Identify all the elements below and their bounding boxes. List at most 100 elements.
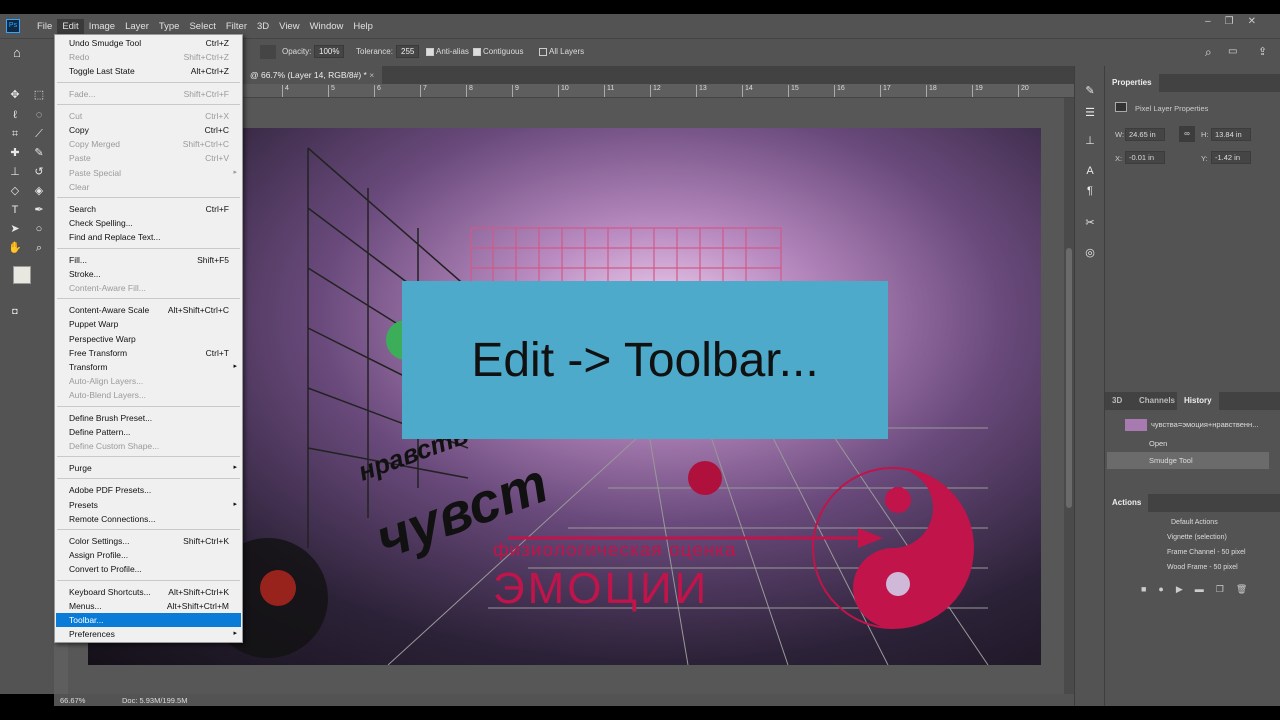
home-icon[interactable]: ⌂	[13, 45, 21, 60]
menu-item-check-spelling[interactable]: Check Spelling...	[56, 216, 241, 230]
mode-dropdown[interactable]	[260, 45, 276, 59]
tab-3d[interactable]: 3D	[1105, 392, 1129, 410]
zoom-tool-icon[interactable]: ⌕	[32, 241, 46, 255]
hand-tool-icon[interactable]: ✋	[8, 241, 22, 255]
tab-properties[interactable]: Properties	[1105, 74, 1159, 92]
move-tool-icon[interactable]: ✥	[8, 88, 22, 102]
action-item[interactable]: Vignette (selection)	[1109, 530, 1269, 545]
menu-item-define-brush-preset[interactable]: Define Brush Preset...	[56, 411, 241, 425]
menu-3d[interactable]: 3D	[252, 19, 274, 34]
actions-controls[interactable]: ■●▶▬❐🗑	[1141, 584, 1259, 595]
menu-item-preferences[interactable]: Preferences ▸	[56, 627, 241, 641]
menu-item-free-transform[interactable]: Free Transform Ctrl+T	[56, 346, 241, 360]
bucket-icon[interactable]: ◈	[32, 184, 46, 198]
history-item-active[interactable]: Smudge Tool	[1107, 452, 1269, 469]
menu-layer[interactable]: Layer	[120, 19, 154, 34]
path-select-icon[interactable]: ➤	[8, 222, 22, 236]
menu-item-define-custom-shape[interactable]: Define Custom Shape...	[56, 439, 241, 453]
close-tab-icon[interactable]: ×	[369, 70, 374, 80]
menu-window[interactable]: Window	[305, 19, 349, 34]
y-input[interactable]: -1.42 in	[1211, 151, 1251, 164]
anti-alias-checkbox[interactable]: Anti-alias	[426, 47, 469, 56]
opacity-input[interactable]: 100%	[314, 45, 345, 58]
history-brush-icon[interactable]: ↺	[32, 165, 46, 179]
vertical-scrollbar[interactable]	[1064, 98, 1074, 694]
menu-help[interactable]: Help	[348, 19, 378, 34]
menu-item-auto-align-layers[interactable]: Auto-Align Layers...	[56, 374, 241, 388]
crop-tool-icon[interactable]: ⌗	[8, 127, 22, 141]
menu-select[interactable]: Select	[184, 19, 220, 34]
menu-item-find-and-replace-text[interactable]: Find and Replace Text...	[56, 230, 241, 244]
menu-filter[interactable]: Filter	[221, 19, 252, 34]
foreground-color[interactable]	[13, 266, 31, 284]
menu-item-stroke[interactable]: Stroke...	[56, 267, 241, 281]
healing-icon[interactable]: ✚	[8, 146, 22, 160]
menu-file[interactable]: File	[32, 19, 57, 34]
ellipse-tool-icon[interactable]: ○	[32, 222, 46, 236]
menu-item-convert-to-profile[interactable]: Convert to Profile...	[56, 562, 241, 576]
action-item[interactable]: Wood Frame - 50 pixel	[1109, 560, 1269, 575]
action-item[interactable]: Frame Channel - 50 pixel	[1109, 545, 1269, 560]
pen-icon[interactable]: ✒	[32, 203, 46, 217]
menu-item-clear[interactable]: Clear	[56, 180, 241, 194]
menu-item-menus[interactable]: Menus... Alt+Shift+Ctrl+M	[56, 599, 241, 613]
eraser-icon[interactable]: ◇	[8, 184, 22, 198]
link-icon[interactable]: ∞	[1179, 126, 1195, 142]
height-input[interactable]: 13.84 in	[1211, 128, 1251, 141]
zoom-level[interactable]: 66.67%	[60, 696, 85, 705]
menu-item-presets[interactable]: Presets ▸	[56, 498, 241, 512]
x-input[interactable]: -0.01 in	[1125, 151, 1165, 164]
menu-image[interactable]: Image	[84, 19, 120, 34]
character-icon[interactable]: A	[1083, 164, 1097, 178]
menu-item-define-pattern[interactable]: Define Pattern...	[56, 425, 241, 439]
menu-type[interactable]: Type	[154, 19, 185, 34]
history-snapshot[interactable]: чувства=эмоция+нравственн...	[1107, 416, 1269, 433]
menu-item-fade[interactable]: Fade... Shift+Ctrl+F	[56, 87, 241, 101]
adjustments-icon[interactable]: ☰	[1083, 106, 1097, 120]
menu-item-copy-merged[interactable]: Copy Merged Shift+Ctrl+C	[56, 137, 241, 151]
quick-mask-icon[interactable]: ◘	[8, 304, 22, 318]
brush-settings-icon[interactable]: ✎	[1083, 84, 1097, 98]
menu-item-remote-connections[interactable]: Remote Connections...	[56, 512, 241, 526]
libraries-icon[interactable]: ◎	[1083, 246, 1097, 260]
eyedropper-icon[interactable]: ⟋	[32, 127, 46, 141]
history-item[interactable]: Open	[1107, 435, 1269, 452]
menu-item-undo-smudge-tool[interactable]: Undo Smudge Tool Ctrl+Z	[56, 36, 241, 50]
clone-source-icon[interactable]: ⊥	[1083, 134, 1097, 148]
action-set[interactable]: Default Actions	[1109, 515, 1269, 530]
menu-item-color-settings[interactable]: Color Settings... Shift+Ctrl+K	[56, 534, 241, 548]
workspace-icon[interactable]: ▭	[1228, 46, 1237, 57]
menu-item-adobe-pdf-presets[interactable]: Adobe PDF Presets...	[56, 483, 241, 497]
menu-item-redo[interactable]: Redo Shift+Ctrl+Z	[56, 50, 241, 64]
menu-edit[interactable]: Edit	[57, 18, 84, 34]
tab-history[interactable]: History	[1177, 392, 1219, 410]
contiguous-checkbox[interactable]: Contiguous	[473, 47, 523, 56]
menu-item-content-aware-fill[interactable]: Content-Aware Fill...	[56, 281, 241, 295]
brush-icon[interactable]: ✎	[32, 146, 46, 160]
menu-item-cut[interactable]: Cut Ctrl+X	[56, 109, 241, 123]
stamp-icon[interactable]: ⊥	[8, 165, 22, 179]
search-icon[interactable]: ⌕	[1205, 45, 1212, 60]
paragraph-icon[interactable]: ¶	[1083, 184, 1097, 198]
menu-item-paste[interactable]: Paste Ctrl+V	[56, 151, 241, 165]
menu-item-assign-profile[interactable]: Assign Profile...	[56, 548, 241, 562]
menu-item-toolbar[interactable]: Toolbar...	[56, 613, 241, 627]
menu-item-fill[interactable]: Fill... Shift+F5	[56, 253, 241, 267]
menu-item-keyboard-shortcuts[interactable]: Keyboard Shortcuts... Alt+Shift+Ctrl+K	[56, 585, 241, 599]
menu-item-search[interactable]: Search Ctrl+F	[56, 202, 241, 216]
menu-item-copy[interactable]: Copy Ctrl+C	[56, 123, 241, 137]
menu-item-auto-blend-layers[interactable]: Auto-Blend Layers...	[56, 388, 241, 402]
tab-actions[interactable]: Actions	[1105, 494, 1149, 512]
quick-select-icon[interactable]: ◌	[32, 108, 46, 122]
share-icon[interactable]: ⇪	[1258, 45, 1267, 58]
menu-item-content-aware-scale[interactable]: Content-Aware Scale Alt+Shift+Ctrl+C	[56, 303, 241, 317]
menu-item-paste-special[interactable]: Paste Special ▸	[56, 166, 241, 180]
type-tool-icon[interactable]: T	[8, 203, 22, 217]
tolerance-input[interactable]: 255	[396, 45, 420, 58]
document-tab[interactable]: @ 66.7% (Layer 14, RGB/8#) * ×	[242, 66, 383, 84]
menu-item-puppet-warp[interactable]: Puppet Warp	[56, 317, 241, 331]
all-layers-checkbox[interactable]: All Layers	[539, 47, 584, 56]
menu-view[interactable]: View	[274, 19, 304, 34]
menu-item-toggle-last-state[interactable]: Toggle Last State Alt+Ctrl+Z	[56, 64, 241, 78]
menu-item-transform[interactable]: Transform ▸	[56, 360, 241, 374]
